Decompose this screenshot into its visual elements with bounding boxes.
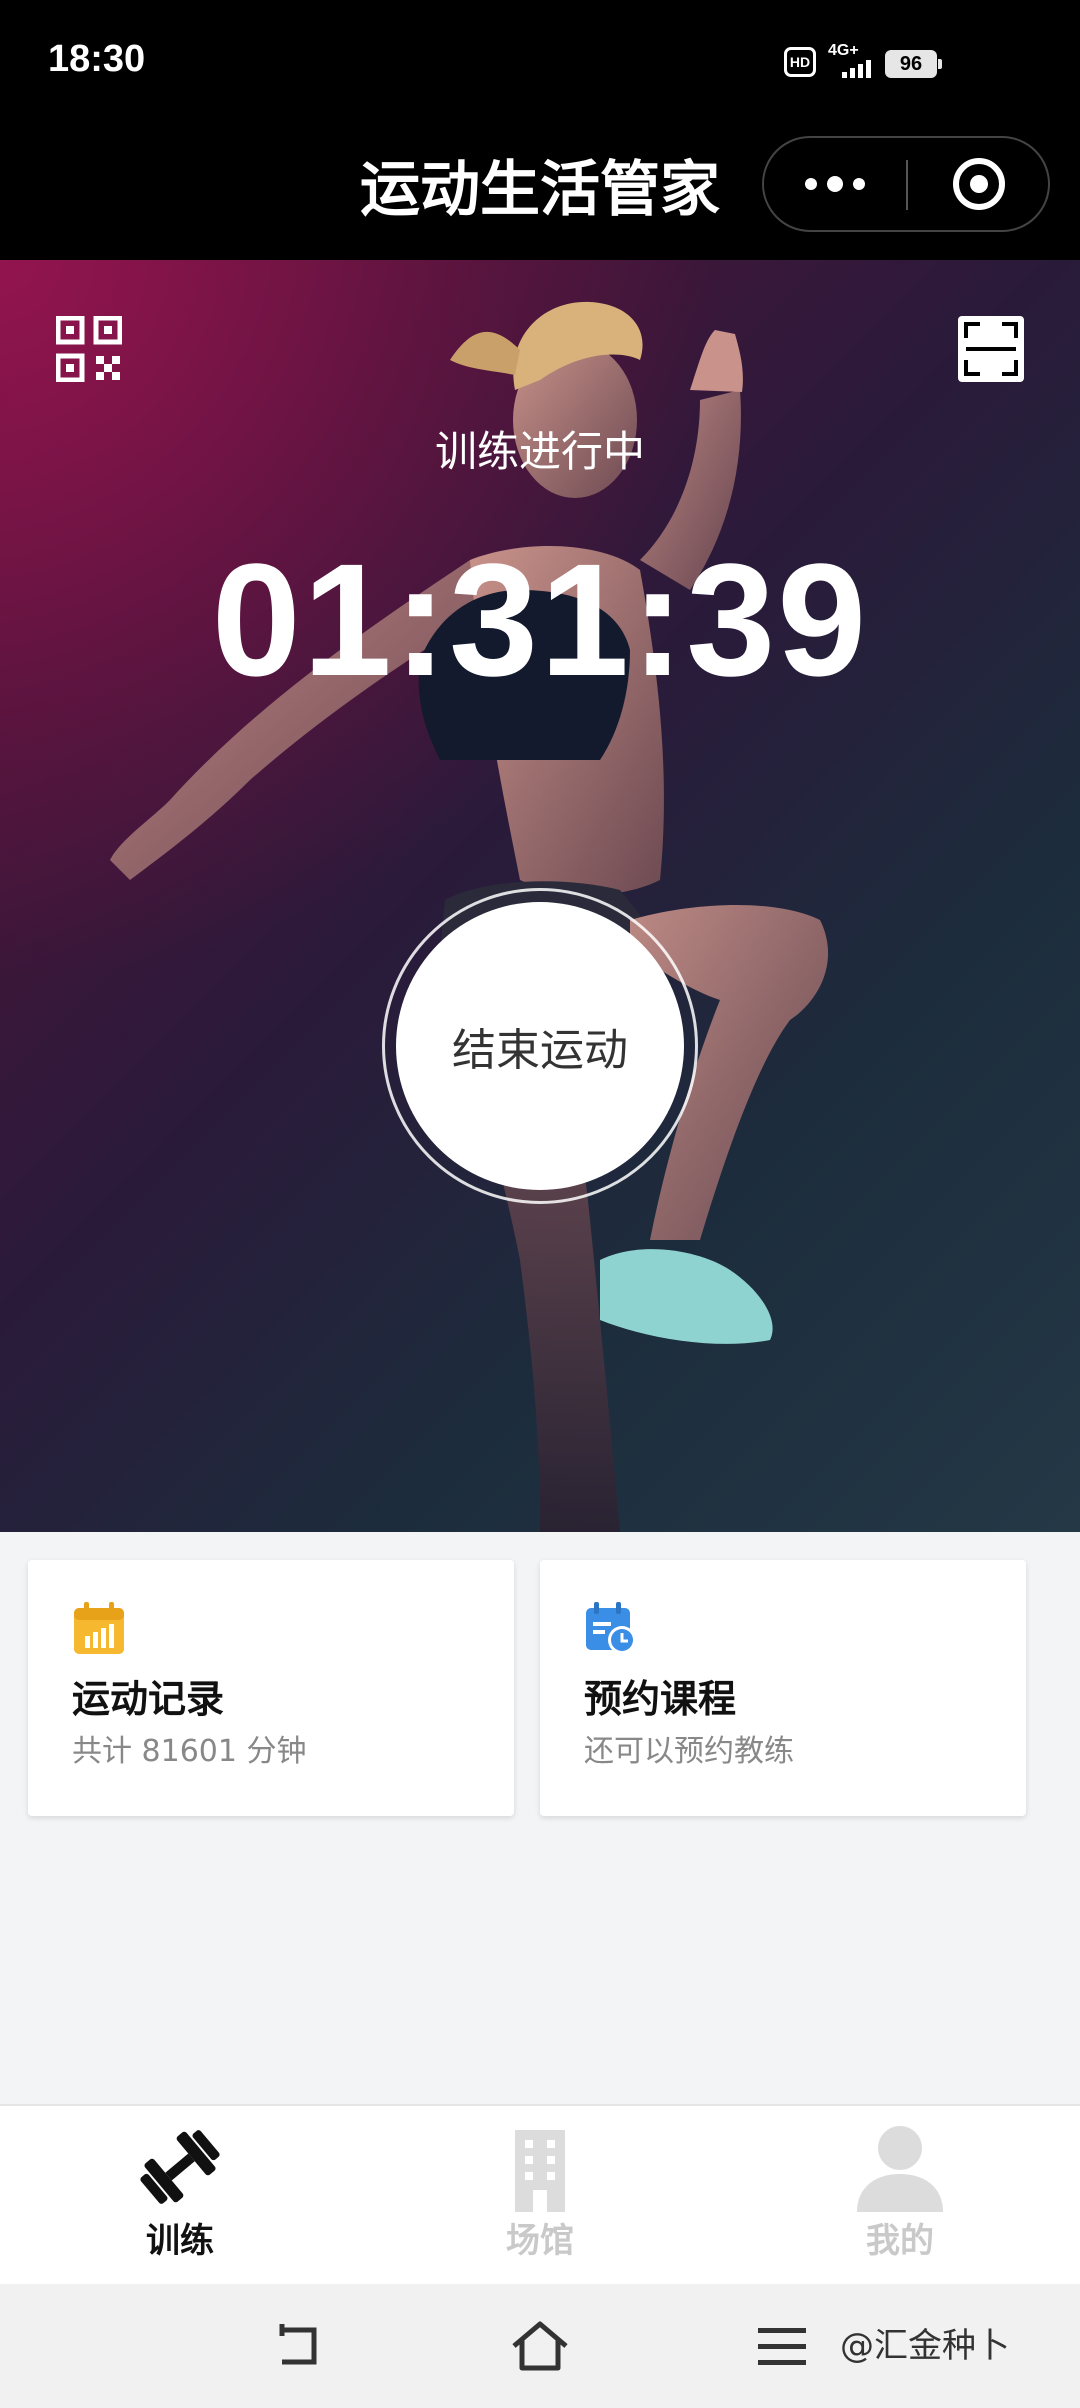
booking-title: 预约课程 [584, 1677, 737, 1721]
menu-icon[interactable] [752, 2316, 812, 2376]
scan-icon[interactable] [958, 316, 1024, 382]
exercise-records-card[interactable]: 运动记录 共计 81601 分钟 [28, 1560, 514, 1816]
person-icon [857, 2126, 943, 2212]
records-title: 运动记录 [72, 1677, 225, 1721]
battery-icon: 96 [885, 50, 942, 78]
booking-subtitle: 还可以预约教练 [584, 1734, 794, 1769]
more-icon [805, 178, 817, 190]
hd-icon: HD [784, 47, 816, 77]
watermark-text: @汇金种卜 [840, 2326, 1010, 2366]
mini-program-capsule [762, 136, 1050, 232]
signal-icon: 4G+ [828, 42, 876, 80]
elapsed-timer: 01:31:39 [211, 530, 869, 709]
dumbbell-icon [140, 2130, 220, 2204]
book-class-card[interactable]: 预约课程 还可以预约教练 [540, 1560, 1026, 1816]
building-icon [515, 2130, 565, 2212]
status-time: 18:30 [48, 38, 146, 80]
page-title: 运动生活管家 [360, 155, 720, 225]
qr-code-icon[interactable] [56, 316, 122, 382]
more-button[interactable] [764, 138, 906, 230]
calendar-clock-icon [586, 1602, 636, 1654]
tab-training[interactable]: 训练 [0, 2106, 360, 2284]
bottom-tab-bar: 训练 场馆 我的 [0, 2104, 1080, 2284]
tab-mine[interactable]: 我的 [720, 2106, 1080, 2284]
calendar-chart-icon [74, 1602, 124, 1654]
back-icon[interactable] [268, 2316, 328, 2376]
network-type: 4G+ [828, 42, 859, 59]
tab-training-label: 训练 [146, 2221, 214, 2261]
hero-banner: 训练进行中 01:31:39 结束运动 [0, 260, 1080, 1532]
tab-venues-label: 场馆 [506, 2221, 574, 2261]
close-target-icon [953, 158, 1005, 210]
status-bar: 18:30 HD 4G+ 96 [0, 0, 1080, 124]
tab-mine-label: 我的 [866, 2221, 934, 2261]
close-button[interactable] [908, 138, 1050, 230]
app-header: 运动生活管家 [0, 124, 1080, 260]
system-navigation-bar: @汇金种卜 [0, 2284, 1080, 2408]
end-workout-button[interactable]: 结束运动 [396, 902, 684, 1190]
home-icon[interactable] [508, 2314, 572, 2378]
records-total-minutes: 共计 81601 分钟 [72, 1734, 307, 1769]
tab-venues[interactable]: 场馆 [360, 2106, 720, 2284]
training-status: 训练进行中 [434, 427, 645, 476]
